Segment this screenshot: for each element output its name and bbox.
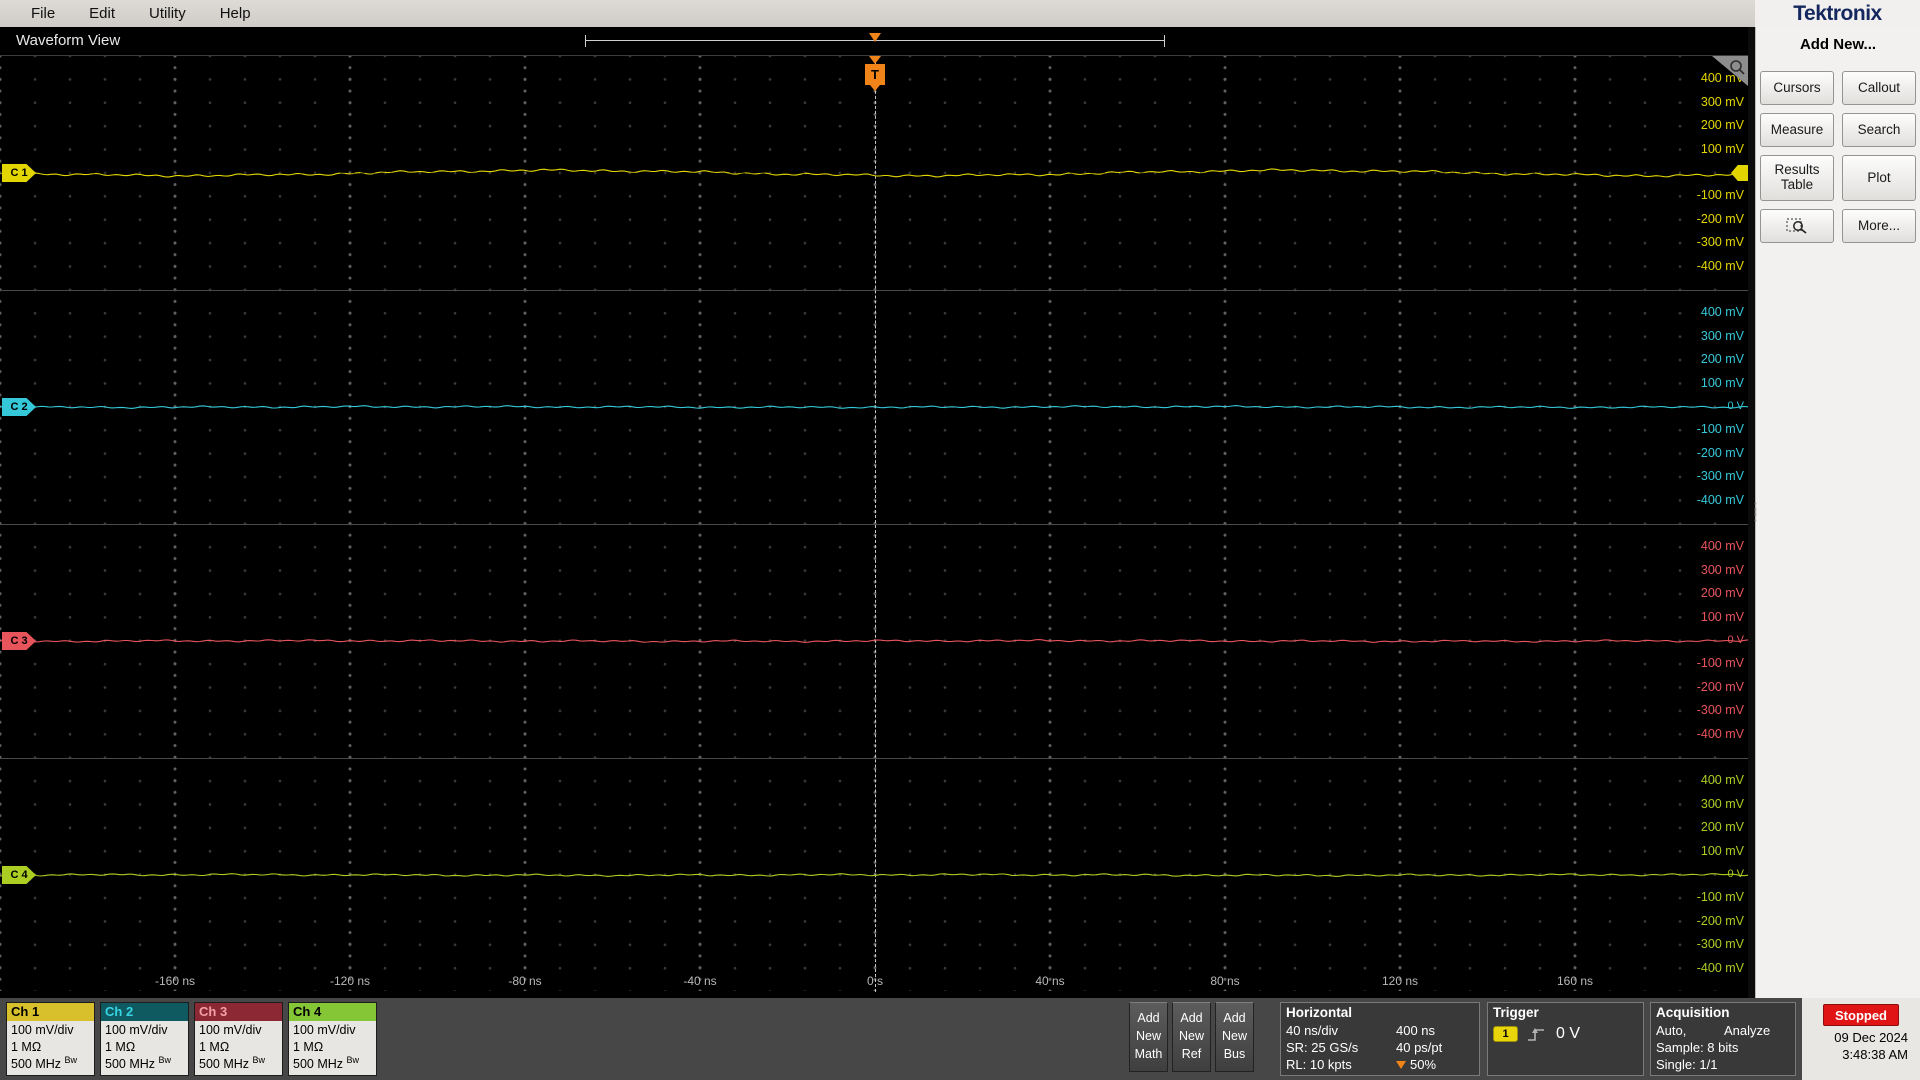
zoom-overview-button[interactable] [1712, 56, 1748, 86]
channel-1-impedance: 1 MΩ [11, 1039, 42, 1054]
waveform-traces [0, 168, 1748, 877]
menu-utility[interactable]: Utility [132, 0, 203, 27]
more-button[interactable]: More... [1842, 209, 1916, 243]
sidebar-button-grid: Cursors Callout Measure Search Results T… [1756, 71, 1920, 243]
channel-1-bandwidth: 500 MHz Bw [11, 1055, 78, 1072]
magnifier-icon [1786, 218, 1807, 234]
trace-channel-4 [0, 873, 1748, 877]
horizontal-panel[interactable]: Horizontal 40 ns/div 400 ns SR: 25 GS/s 40… [1280, 1002, 1480, 1076]
channel-2-card[interactable]: Ch 2 100 mV/div 1 MΩ 500 MHz Bw [100, 1002, 189, 1076]
channel-2-impedance: 1 MΩ [105, 1039, 136, 1054]
time-label: 3:48:38 AM [1842, 1046, 1908, 1062]
channel-2-scale: 100 mV/div [105, 1023, 168, 1037]
channel-1-card-body: 100 mV/div 1 MΩ 500 MHz Bw [7, 1021, 94, 1074]
channel-2-card-body: 100 mV/div 1 MΩ 500 MHz Bw [101, 1021, 188, 1074]
search-button[interactable]: Search [1842, 113, 1916, 147]
menu-help[interactable]: Help [203, 0, 268, 27]
date-label: 09 Dec 2024 [1834, 1030, 1908, 1045]
trigger-title: Trigger [1493, 1005, 1539, 1020]
channel-4-bandwidth: 500 MHz Bw [293, 1055, 360, 1072]
trigger-source-badge: 1 [1493, 1026, 1518, 1042]
acquisition-title: Acquisition [1656, 1005, 1730, 1020]
bottom-status-bar: Ch 1 100 mV/div 1 MΩ 500 MHz Bw Ch 2 100… [0, 998, 1920, 1080]
acquisition-sample: Sample: 8 bits [1656, 1040, 1739, 1056]
trace-channel-3 [0, 639, 1748, 643]
waveform-view-header: Waveform View [0, 27, 1748, 55]
trigger-position-icon [1396, 1061, 1406, 1070]
sample-interval: 40 ps/pt [1396, 1040, 1443, 1056]
trace-channel-2 [0, 405, 1748, 409]
channel-3-card-header: Ch 3 [195, 1003, 282, 1021]
zoom-button[interactable] [1760, 209, 1834, 243]
trigger-flag[interactable]: T [865, 64, 885, 85]
waveform-view-panel: Waveform View T -160 ns -120 ns -80 ns -40 … [0, 27, 1748, 998]
channel-2-card-header: Ch 2 [101, 1003, 188, 1021]
menu-file[interactable]: File [14, 0, 72, 27]
results-table-button[interactable]: Results Table [1760, 155, 1834, 201]
top-header: File Edit Utility Help Tektronix [0, 0, 1920, 27]
menu-bar: File Edit Utility Help [0, 0, 1755, 27]
stopped-button[interactable]: Stopped [1823, 1004, 1899, 1026]
channel-4-card-body: 100 mV/div 1 MΩ 500 MHz Bw [289, 1021, 376, 1074]
acquisition-single: Single: 1/1 [1656, 1057, 1718, 1073]
date-time: 09 Dec 2024 3:48:38 AM [1834, 1030, 1920, 1064]
brand-area: Tektronix [1755, 0, 1920, 27]
magnifier-icon [1730, 60, 1745, 75]
acquisition-analyze: Analyze [1724, 1023, 1771, 1038]
channel-4-card-header: Ch 4 [289, 1003, 376, 1021]
channel-3-card[interactable]: Ch 3 100 mV/div 1 MΩ 500 MHz Bw [194, 1002, 283, 1076]
channel-3-scale: 100 mV/div [199, 1023, 262, 1037]
record-length: RL: 10 kpts [1286, 1057, 1352, 1073]
add-new-heading: Add New... [1799, 36, 1877, 53]
channel-3-bandwidth: 500 MHz Bw [199, 1055, 266, 1072]
trigger-flag-bottom [870, 85, 880, 91]
tektronix-logo: Tektronix [1793, 1, 1882, 25]
channel-3-impedance: 1 MΩ [199, 1039, 230, 1054]
channel-4-card[interactable]: Ch 4 100 mV/div 1 MΩ 500 MHz Bw [288, 1002, 377, 1076]
rising-edge-icon [1528, 1027, 1544, 1041]
horizontal-title: Horizontal [1286, 1005, 1352, 1020]
channel-1-scale: 100 mV/div [11, 1023, 74, 1037]
sample-rate: SR: 25 GS/s [1286, 1040, 1359, 1056]
acquisition-panel[interactable]: Acquisition Auto, Analyze Sample: 8 bits … [1650, 1002, 1796, 1076]
cursors-button[interactable]: Cursors [1760, 71, 1834, 105]
callout-button[interactable]: Callout [1842, 71, 1916, 105]
trigger-position: 50% [1396, 1056, 1436, 1073]
acquisition-mode: Auto, [1656, 1023, 1687, 1038]
run-status-area: Stopped 09 Dec 2024 3:48:38 AM [1802, 998, 1920, 1080]
plot-button[interactable]: Plot [1842, 155, 1916, 201]
horizontal-span: 400 ns [1396, 1023, 1436, 1038]
channel-1-card-header: Ch 1 [7, 1003, 94, 1021]
splitter-handle-icon[interactable]: ⋮⋮ [1748, 501, 1763, 523]
trigger-panel[interactable]: Trigger 1 0 V [1487, 1002, 1644, 1076]
channel-2-bandwidth: 500 MHz Bw [105, 1055, 172, 1072]
channel-3-card-body: 100 mV/div 1 MΩ 500 MHz Bw [195, 1021, 282, 1074]
menu-edit[interactable]: Edit [72, 0, 132, 27]
trigger-position-marker[interactable] [869, 33, 881, 42]
channel-4-impedance: 1 MΩ [293, 1039, 324, 1054]
trigger-level: 0 V [1556, 1025, 1581, 1042]
waveform-view-title: Waveform View [16, 32, 121, 49]
measure-button[interactable]: Measure [1760, 113, 1834, 147]
graticule[interactable]: T -160 ns -120 ns -80 ns -40 ns 0 s 40 ns 80 n… [0, 55, 1748, 992]
horizontal-scale: 40 ns/div [1286, 1023, 1339, 1038]
trigger-flag-tip [869, 56, 881, 64]
right-sidebar: Add New... Cursors Callout Measure Searc… [1755, 27, 1920, 998]
panel-splitter[interactable]: ⋮⋮ [1748, 27, 1763, 998]
add-new-bus-button[interactable]: Add New Bus [1215, 1002, 1254, 1072]
add-new-math-button[interactable]: Add New Math [1129, 1002, 1168, 1072]
channel-1-card[interactable]: Ch 1 100 mV/div 1 MΩ 500 MHz Bw [6, 1002, 95, 1076]
channel-4-scale: 100 mV/div [293, 1023, 356, 1037]
add-new-ref-button[interactable]: Add New Ref [1172, 1002, 1211, 1072]
